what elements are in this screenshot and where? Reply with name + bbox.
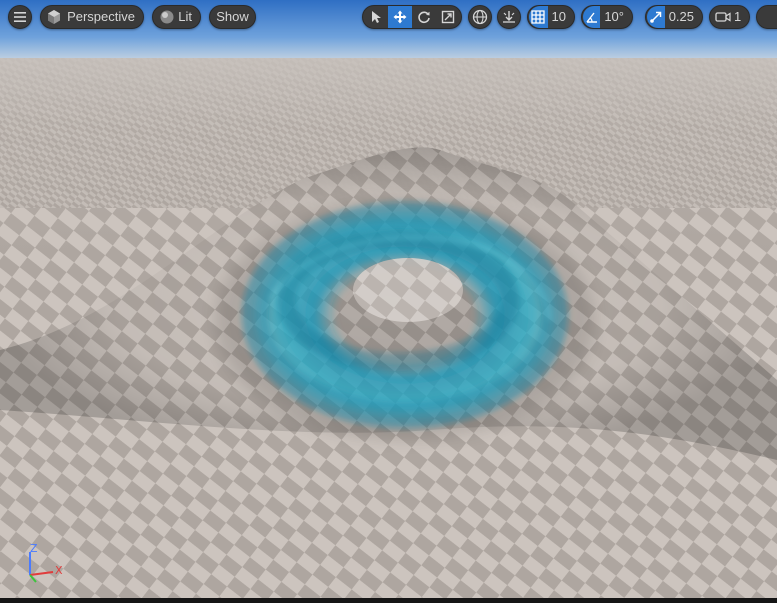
x-axis-line [29,571,54,576]
z-axis-label: Z [30,542,38,555]
camera-icon [714,6,732,28]
grid-icon [531,10,545,24]
globe-icon [472,9,488,25]
rotate-icon [418,11,430,24]
viewport-menu-button[interactable] [8,5,32,29]
surface-snap-icon [503,11,515,23]
rotate-snap-toggle[interactable] [583,6,601,28]
scene-render[interactable] [0,0,777,603]
scale-icon [441,10,455,24]
lit-label: Lit [178,9,192,24]
viewport-toolbar: Perspective Lit Show 10 10° 0.25 1 [0,0,777,36]
y-axis-line [29,574,37,583]
cube-icon [45,6,63,28]
camera-speed-button[interactable]: 1 [709,5,750,29]
viewport-options-button[interactable] [756,5,777,29]
rotate-snap-value[interactable]: 10° [600,6,632,28]
grid-snap-value[interactable]: 10 [548,6,574,28]
scale-snap-toggle[interactable] [647,6,665,28]
sphere-icon [157,6,176,28]
move-icon [393,10,407,24]
select-mode-button[interactable] [364,6,388,28]
perspective-label: Perspective [67,9,135,24]
rotate-mode-button[interactable] [412,6,436,28]
editor-viewport[interactable]: Perspective Lit Show 10 10° 0.25 1 Z X [0,0,777,603]
scale-mode-button[interactable] [436,6,460,28]
camera-speed-value: 1 [734,9,742,24]
translate-mode-button[interactable] [388,6,412,28]
scale-snap-group[interactable]: 0.25 [645,5,703,29]
grid-snap-group[interactable]: 10 [527,5,575,29]
scale-arrow-icon [650,11,662,23]
show-label: Show [216,9,249,24]
lit-dropdown[interactable]: Lit [152,5,201,29]
scale-snap-value[interactable]: 0.25 [665,6,702,28]
grid-snap-toggle[interactable] [529,6,548,28]
surface-snap-button[interactable] [497,5,521,29]
angle-icon [586,12,597,23]
hamburger-icon [14,12,26,22]
rotate-snap-group[interactable]: 10° [581,5,633,29]
show-dropdown[interactable]: Show [209,5,256,29]
viewport-bottom-border [0,598,777,603]
transform-mode-group [362,5,462,29]
perspective-dropdown[interactable]: Perspective [40,5,144,29]
water-ring [242,202,568,428]
cursor-icon [372,11,381,23]
x-axis-label: X [55,564,63,577]
axis-gizmo: Z X [20,540,80,590]
world-local-toggle[interactable] [468,5,492,29]
